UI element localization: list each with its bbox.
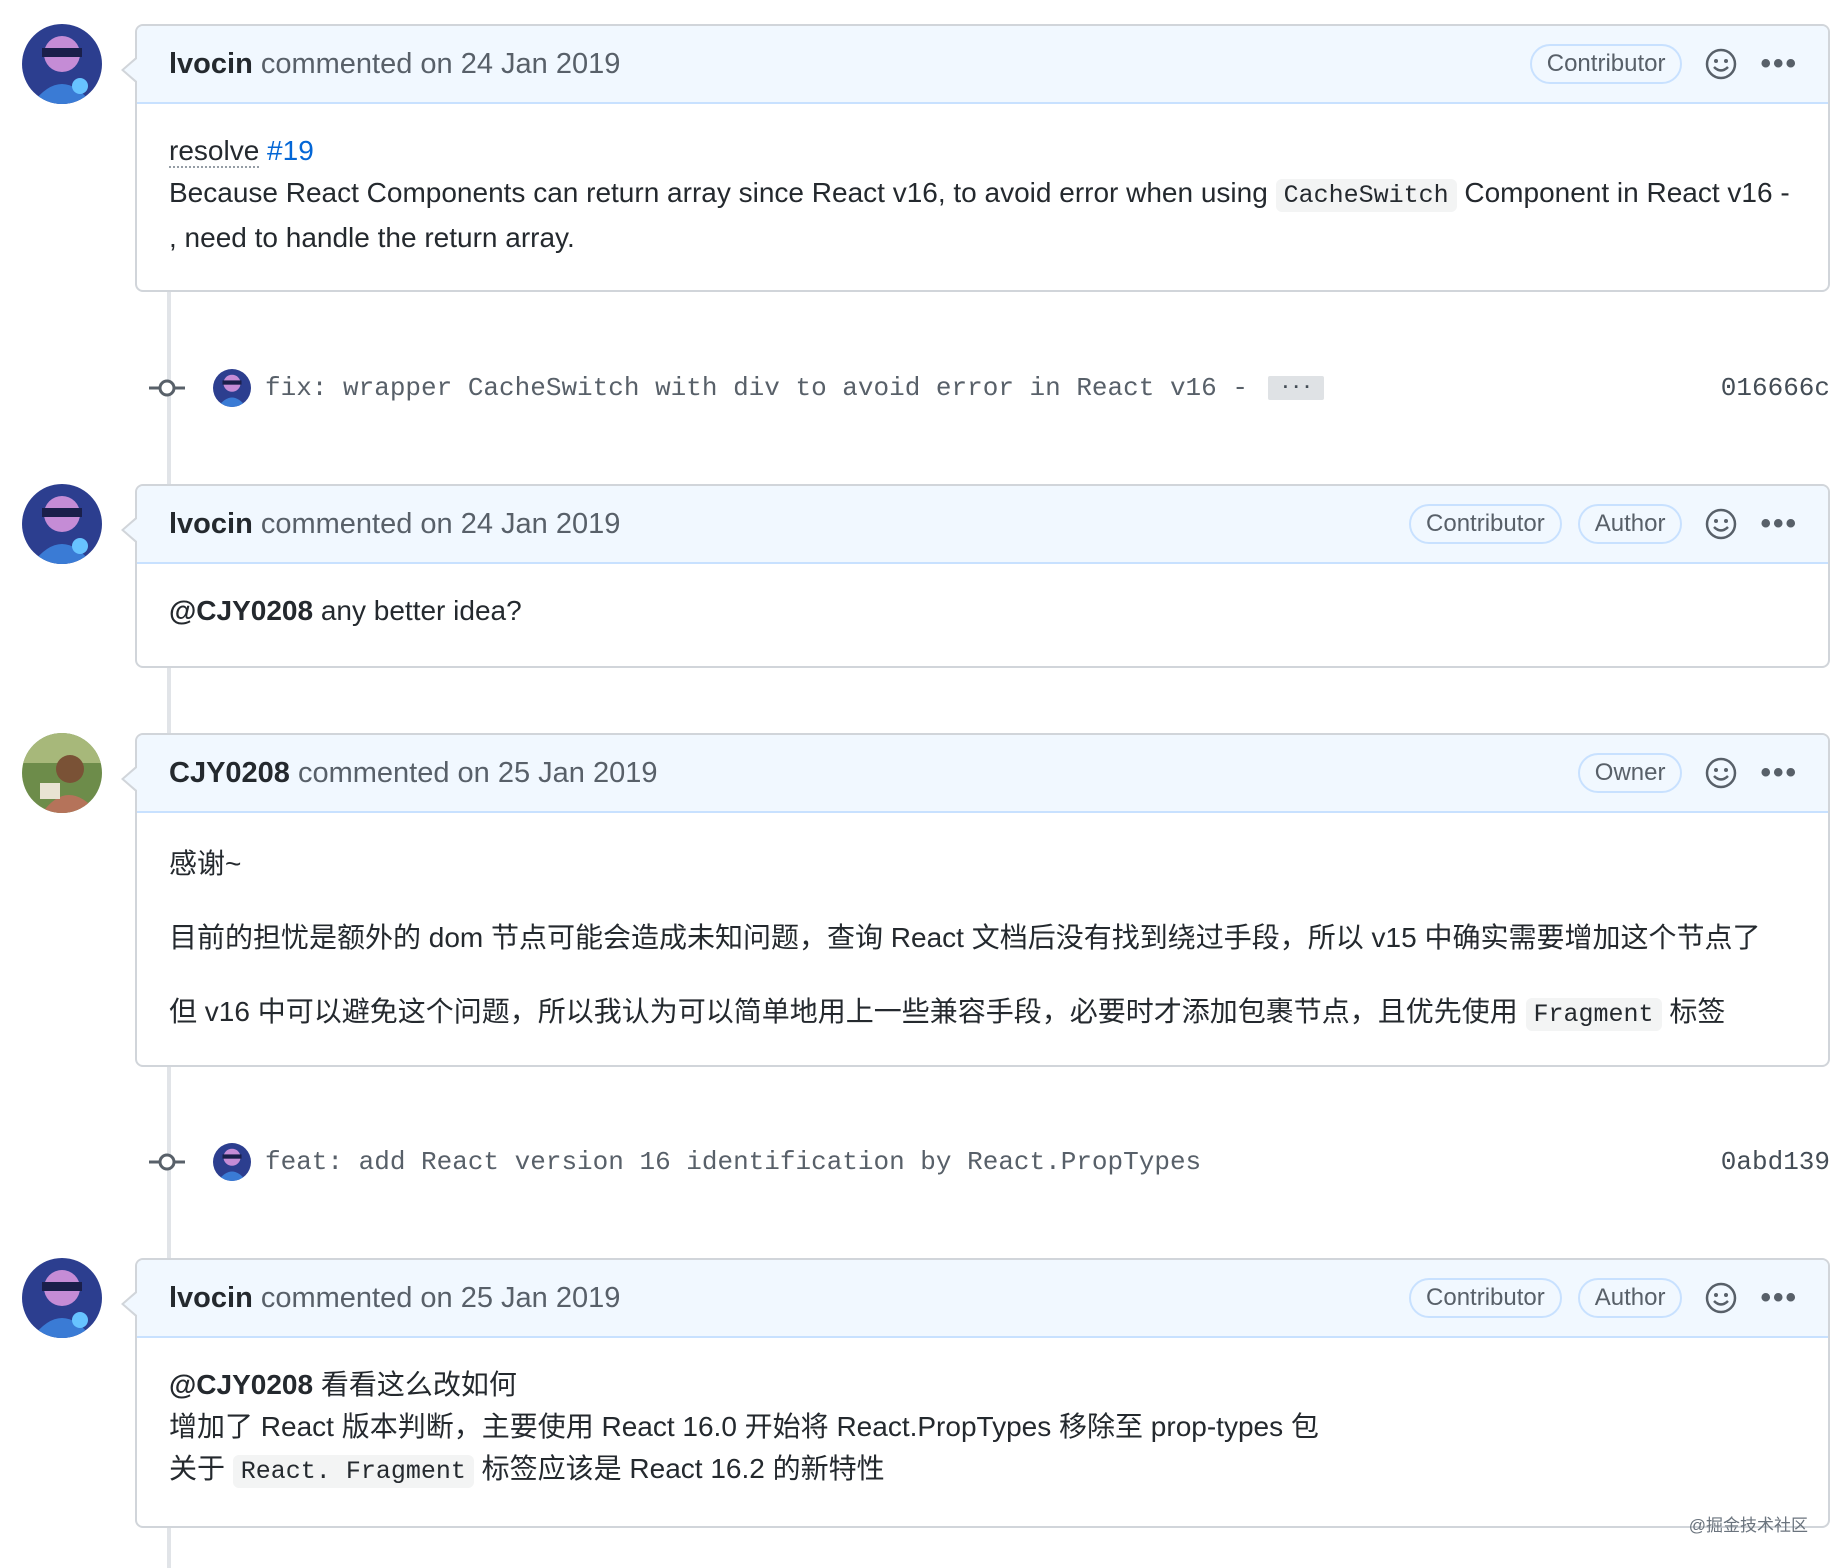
comment-timestamp[interactable]: commented on 25 Jan 2019	[298, 757, 658, 790]
smiley-icon[interactable]	[1704, 507, 1738, 541]
comment-2: lvocin commented on 24 Jan 2019 Contribu…	[135, 484, 1830, 668]
user-mention[interactable]: @CJY0208	[169, 595, 313, 626]
comment-header: CJY0208 commented on 25 Jan 2019 Owner •…	[137, 735, 1828, 813]
author-badge: Author	[1578, 1278, 1683, 1318]
owner-badge: Owner	[1578, 753, 1683, 793]
timeline: lvocin commented on 24 Jan 2019 Contribu…	[0, 0, 1840, 1568]
body-text: 标签应该是 React 16.2 的新特性	[482, 1453, 885, 1484]
comment-author[interactable]: CJY0208	[169, 757, 290, 790]
commit-sha[interactable]: 016666c	[1721, 373, 1830, 403]
comment-timestamp[interactable]: commented on 25 Jan 2019	[261, 1282, 621, 1315]
avatar-lvocin[interactable]	[22, 484, 102, 564]
issue-link[interactable]: #19	[267, 135, 314, 166]
body-paragraph: 目前的担忧是额外的 dom 节点可能会造成未知问题，查询 React 文档后没有…	[169, 917, 1796, 959]
comment-body: @CJY0208 看看这么改如何 增加了 React 版本判断，主要使用 Rea…	[137, 1338, 1828, 1521]
git-commit-icon	[147, 368, 187, 408]
comment-timestamp[interactable]: commented on 24 Jan 2019	[261, 48, 621, 81]
avatar-lvocin[interactable]	[22, 1258, 102, 1338]
body-text: 但 v16 中可以避免这个问题，所以我认为可以简单地用上一些兼容手段，必要时才添…	[169, 996, 1518, 1027]
commit-row: feat: add React version 16 identificatio…	[150, 1138, 1830, 1186]
resolve-text: resolve	[169, 135, 259, 168]
comment-body: 感谢~ 目前的担忧是额外的 dom 节点可能会造成未知问题，查询 React 文…	[137, 813, 1828, 1064]
comment-body: @CJY0208 any better idea?	[137, 564, 1828, 660]
inline-code: CacheSwitch	[1276, 179, 1457, 212]
author-badge: Author	[1578, 504, 1683, 544]
comment-4: lvocin commented on 25 Jan 2019 Contribu…	[135, 1258, 1830, 1528]
contributor-badge: Contributor	[1409, 1278, 1562, 1318]
commit-message[interactable]: fix: wrapper CacheSwitch with div to avo…	[265, 373, 1248, 403]
inline-code: Fragment	[1526, 998, 1662, 1031]
comment-timestamp[interactable]: commented on 24 Jan 2019	[261, 508, 621, 541]
body-text: any better idea?	[321, 595, 522, 626]
kebab-horizontal-icon[interactable]: •••	[1760, 49, 1798, 79]
kebab-horizontal-icon[interactable]: •••	[1760, 758, 1798, 788]
smiley-icon[interactable]	[1704, 756, 1738, 790]
body-text: 关于	[169, 1453, 225, 1484]
commit-row: fix: wrapper CacheSwitch with div to avo…	[150, 364, 1830, 412]
comment-author[interactable]: lvocin	[169, 1282, 253, 1315]
commit-message[interactable]: feat: add React version 16 identificatio…	[265, 1147, 1201, 1177]
comment-body: resolve #19 Because React Components can…	[137, 104, 1828, 287]
comment-author[interactable]: lvocin	[169, 48, 253, 81]
commit-expand-button[interactable]: ···	[1268, 376, 1324, 400]
body-text: 看看这么改如何	[321, 1369, 517, 1400]
avatar-cjy0208[interactable]	[22, 733, 102, 813]
git-commit-icon	[147, 1142, 187, 1182]
smiley-icon[interactable]	[1704, 1281, 1738, 1315]
comment-1: lvocin commented on 24 Jan 2019 Contribu…	[135, 24, 1830, 292]
kebab-horizontal-icon[interactable]: •••	[1760, 1283, 1798, 1313]
comment-header: lvocin commented on 24 Jan 2019 Contribu…	[137, 26, 1828, 104]
avatar-lvocin[interactable]	[22, 24, 102, 104]
comment-author[interactable]: lvocin	[169, 508, 253, 541]
body-paragraph: 但 v16 中可以避免这个问题，所以我认为可以简单地用上一些兼容手段，必要时才添…	[169, 991, 1796, 1036]
contributor-badge: Contributor	[1409, 504, 1562, 544]
commit-sha[interactable]: 0abd139	[1721, 1147, 1830, 1177]
body-paragraph: 感谢~	[169, 843, 1796, 885]
body-line: 增加了 React 版本判断，主要使用 React 16.0 开始将 React…	[169, 1406, 1796, 1448]
inline-code: React. Fragment	[233, 1455, 474, 1488]
comment-header: lvocin commented on 24 Jan 2019 Contribu…	[137, 486, 1828, 564]
kebab-horizontal-icon[interactable]: •••	[1760, 509, 1798, 539]
contributor-badge: Contributor	[1530, 44, 1683, 84]
comment-3: CJY0208 commented on 25 Jan 2019 Owner •…	[135, 733, 1830, 1067]
smiley-icon[interactable]	[1704, 47, 1738, 81]
body-text: Because React Components can return arra…	[169, 177, 1268, 208]
user-mention[interactable]: @CJY0208	[169, 1369, 313, 1400]
commit-avatar[interactable]	[213, 1143, 251, 1181]
body-text: 标签	[1669, 996, 1725, 1027]
watermark: @掘金技术社区	[1689, 1511, 1808, 1536]
comment-header: lvocin commented on 25 Jan 2019 Contribu…	[137, 1260, 1828, 1338]
commit-avatar[interactable]	[213, 369, 251, 407]
